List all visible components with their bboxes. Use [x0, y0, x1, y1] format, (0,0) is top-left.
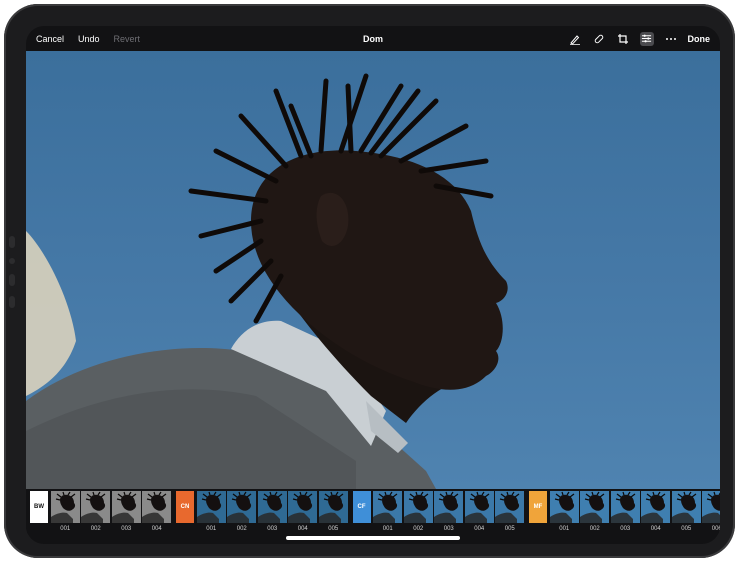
filter-preset[interactable]: 002: [227, 491, 258, 533]
filter-preset[interactable]: 005: [318, 491, 349, 533]
filter-preset[interactable]: 003: [111, 491, 142, 533]
filter-group-badge[interactable]: CN: [176, 491, 194, 523]
filter-thumbnail: [495, 491, 525, 523]
revert-button[interactable]: Revert: [114, 34, 141, 44]
filter-thumbnail: [610, 491, 640, 523]
filter-preset[interactable]: 001: [50, 491, 81, 533]
filter-preset[interactable]: 003: [434, 491, 465, 533]
filter-thumbnail: [549, 491, 579, 523]
filter-preset[interactable]: 001: [196, 491, 227, 533]
filter-group: MF 001 002 003 004 005 006: [529, 491, 720, 533]
filter-thumbnail: [81, 491, 111, 523]
side-button: [9, 258, 15, 264]
filter-thumbnail: [111, 491, 141, 523]
filter-group: BW 001 002 003 004: [30, 491, 172, 533]
filter-preset-label: 003: [267, 526, 278, 532]
filter-preset-label: 005: [504, 526, 515, 532]
filter-preset-label: 004: [474, 526, 485, 532]
filter-thumbnail: [257, 491, 287, 523]
filter-group-badge[interactable]: MF: [529, 491, 547, 523]
filter-preset-label: 002: [236, 526, 247, 532]
markup-pen-icon[interactable]: [568, 32, 582, 46]
filter-preset-label: 002: [90, 526, 101, 532]
filter-preset[interactable]: 003: [257, 491, 288, 533]
filter-group: CF 001 002 003 004 005: [352, 491, 526, 533]
filter-thumbnail: [373, 491, 403, 523]
filter-preset-label: 001: [559, 526, 570, 532]
adjust-sliders-icon[interactable]: [639, 31, 654, 46]
filter-preset-label: 003: [121, 526, 132, 532]
filter-preset-label: 001: [206, 526, 217, 532]
filter-thumbnail: [318, 491, 348, 523]
filter-group-badge[interactable]: BW: [30, 491, 48, 523]
screen: Cancel Undo Revert Dom Done BW 001 002 0…: [26, 26, 720, 544]
filter-preset-label: 002: [413, 526, 424, 532]
cancel-button[interactable]: Cancel: [36, 34, 64, 44]
filter-strip: BW 001 002 003 004 CN 001 002 003 004 005 CF 001 002 0…: [30, 491, 720, 533]
filter-preset[interactable]: 005: [495, 491, 526, 533]
retouch-bandage-icon[interactable]: [592, 32, 606, 46]
portrait-photo: [26, 73, 508, 489]
filter-preset-label: 004: [650, 526, 661, 532]
filter-preset[interactable]: 001: [549, 491, 580, 533]
ipad-frame: Cancel Undo Revert Dom Done BW 001 002 0…: [4, 4, 735, 558]
side-button: [9, 236, 15, 248]
filter-preset-label: 003: [443, 526, 454, 532]
filter-preset[interactable]: 003: [610, 491, 641, 533]
filter-preset[interactable]: 004: [464, 491, 495, 533]
filter-preset-label: 005: [681, 526, 692, 532]
side-button: [9, 296, 15, 308]
side-button: [9, 274, 15, 286]
filter-preset-label: 004: [151, 526, 162, 532]
filter-thumbnail: [580, 491, 610, 523]
filter-group-badge[interactable]: CF: [352, 491, 371, 523]
filter-thumbnail: [702, 491, 720, 523]
filter-preset-label: 001: [382, 526, 393, 532]
filter-preset-label: 003: [620, 526, 631, 532]
filter-preset-label: 004: [297, 526, 308, 532]
filter-preset-label: 001: [60, 526, 71, 532]
filter-thumbnail: [464, 491, 494, 523]
undo-button[interactable]: Undo: [78, 34, 100, 44]
filter-thumbnail: [50, 491, 80, 523]
top-toolbar: Cancel Undo Revert Dom Done: [26, 26, 720, 51]
filter-thumbnail: [142, 491, 172, 523]
filter-preset[interactable]: 004: [288, 491, 319, 533]
filter-preset-label: 002: [589, 526, 600, 532]
filter-thumbnail: [671, 491, 701, 523]
filter-thumbnail: [403, 491, 433, 523]
filter-preset-label: 006: [711, 526, 720, 532]
done-button[interactable]: Done: [688, 34, 711, 44]
filter-preset-label: 005: [328, 526, 339, 532]
filter-preset[interactable]: 005: [671, 491, 702, 533]
filter-thumbnail: [641, 491, 671, 523]
home-indicator[interactable]: [286, 536, 460, 540]
filter-preset[interactable]: 004: [641, 491, 672, 533]
filter-thumbnail: [434, 491, 464, 523]
filter-preset[interactable]: 006: [702, 491, 720, 533]
filter-group: CN 001 002 003 004 005: [176, 491, 349, 533]
filter-thumbnail: [288, 491, 318, 523]
filter-preset[interactable]: 004: [142, 491, 173, 533]
filter-preset[interactable]: 002: [403, 491, 434, 533]
filter-preset[interactable]: 001: [373, 491, 404, 533]
filter-preset[interactable]: 002: [81, 491, 112, 533]
crop-icon[interactable]: [616, 32, 630, 46]
photo-canvas[interactable]: [26, 51, 720, 489]
filter-thumbnail: [227, 491, 257, 523]
filter-thumbnail: [196, 491, 226, 523]
more-icon[interactable]: [664, 32, 678, 46]
filter-filmstrip[interactable]: BW 001 002 003 004 CN 001 002 003 004 005 CF 001 002 0…: [26, 489, 720, 535]
filter-preset[interactable]: 002: [580, 491, 611, 533]
